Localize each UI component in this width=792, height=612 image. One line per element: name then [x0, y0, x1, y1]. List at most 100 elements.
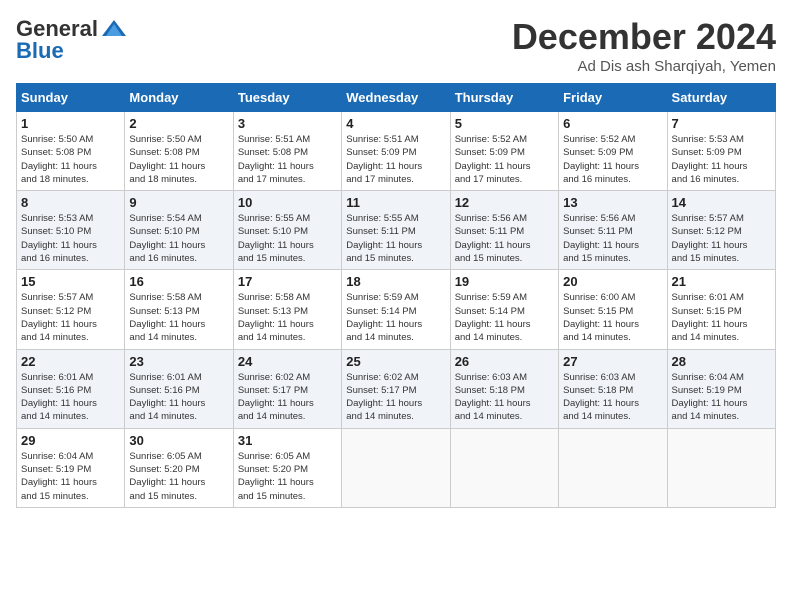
calendar-week-row: 29 Sunrise: 6:04 AM Sunset: 5:19 PM Dayli… [17, 428, 776, 507]
day-info: Sunrise: 6:04 AM Sunset: 5:19 PM Dayligh… [21, 450, 120, 503]
day-info: Sunrise: 5:50 AM Sunset: 5:08 PM Dayligh… [21, 133, 120, 186]
day-info: Sunrise: 5:59 AM Sunset: 5:14 PM Dayligh… [455, 291, 554, 344]
day-number: 6 [563, 116, 662, 131]
day-number: 31 [238, 433, 337, 448]
day-info: Sunrise: 5:51 AM Sunset: 5:08 PM Dayligh… [238, 133, 337, 186]
day-number: 15 [21, 274, 120, 289]
day-info: Sunrise: 6:05 AM Sunset: 5:20 PM Dayligh… [129, 450, 228, 503]
calendar-table: Sunday Monday Tuesday Wednesday Thursday… [16, 83, 776, 508]
day-number: 24 [238, 354, 337, 369]
day-info: Sunrise: 6:02 AM Sunset: 5:17 PM Dayligh… [346, 371, 445, 424]
day-info: Sunrise: 5:51 AM Sunset: 5:09 PM Dayligh… [346, 133, 445, 186]
day-info: Sunrise: 6:01 AM Sunset: 5:16 PM Dayligh… [21, 371, 120, 424]
day-number: 9 [129, 195, 228, 210]
day-number: 10 [238, 195, 337, 210]
day-info: Sunrise: 5:56 AM Sunset: 5:11 PM Dayligh… [563, 212, 662, 265]
table-row: 25Sunrise: 6:02 AM Sunset: 5:17 PM Dayli… [342, 349, 450, 428]
day-number: 3 [238, 116, 337, 131]
table-row: 7 Sunrise: 5:53 AM Sunset: 5:09 PM Daylig… [667, 112, 775, 191]
table-row: 16 Sunrise: 5:58 AM Sunset: 5:13 PM Dayli… [125, 270, 233, 349]
table-row: 23 Sunrise: 6:01 AM Sunset: 5:16 PM Dayli… [125, 349, 233, 428]
day-info: Sunrise: 5:58 AM Sunset: 5:13 PM Dayligh… [129, 291, 228, 344]
title-area: December 2024 Ad Dis ash Sharqiyah, Yeme… [512, 16, 776, 75]
table-row [559, 428, 667, 507]
table-row: 2Sunrise: 5:50 AM Sunset: 5:08 PM Daylig… [125, 112, 233, 191]
day-info: Sunrise: 6:05 AM Sunset: 5:20 PM Dayligh… [238, 450, 337, 503]
day-info: Sunrise: 6:01 AM Sunset: 5:15 PM Dayligh… [672, 291, 771, 344]
header-thursday: Thursday [450, 84, 558, 112]
table-row: 11Sunrise: 5:55 AM Sunset: 5:11 PM Dayli… [342, 191, 450, 270]
day-number: 12 [455, 195, 554, 210]
calendar-week-row: 8Sunrise: 5:53 AM Sunset: 5:10 PM Daylig… [17, 191, 776, 270]
day-number: 11 [346, 195, 445, 210]
logo-icon [100, 18, 128, 40]
table-row: 30 Sunrise: 6:05 AM Sunset: 5:20 PM Dayli… [125, 428, 233, 507]
day-info: Sunrise: 5:50 AM Sunset: 5:08 PM Dayligh… [129, 133, 228, 186]
table-row [342, 428, 450, 507]
table-row: 20 Sunrise: 6:00 AM Sunset: 5:15 PM Dayli… [559, 270, 667, 349]
header-wednesday: Wednesday [342, 84, 450, 112]
table-row: 22 Sunrise: 6:01 AM Sunset: 5:16 PM Dayli… [17, 349, 125, 428]
day-info: Sunrise: 5:55 AM Sunset: 5:10 PM Dayligh… [238, 212, 337, 265]
table-row: 21 Sunrise: 6:01 AM Sunset: 5:15 PM Dayli… [667, 270, 775, 349]
day-number: 22 [21, 354, 120, 369]
day-info: Sunrise: 6:01 AM Sunset: 5:16 PM Dayligh… [129, 371, 228, 424]
month-title: December 2024 [512, 16, 776, 58]
day-number: 18 [346, 274, 445, 289]
day-number: 16 [129, 274, 228, 289]
table-row: 17Sunrise: 5:58 AM Sunset: 5:13 PM Dayli… [233, 270, 341, 349]
day-info: Sunrise: 6:03 AM Sunset: 5:18 PM Dayligh… [563, 371, 662, 424]
day-number: 29 [21, 433, 120, 448]
day-number: 30 [129, 433, 228, 448]
day-number: 7 [672, 116, 771, 131]
header-friday: Friday [559, 84, 667, 112]
header: General Blue December 2024 Ad Dis ash Sh… [16, 16, 776, 75]
day-number: 23 [129, 354, 228, 369]
table-row: 6Sunrise: 5:52 AM Sunset: 5:09 PM Daylig… [559, 112, 667, 191]
table-row: 26 Sunrise: 6:03 AM Sunset: 5:18 PM Dayli… [450, 349, 558, 428]
table-row: 8Sunrise: 5:53 AM Sunset: 5:10 PM Daylig… [17, 191, 125, 270]
day-info: Sunrise: 5:57 AM Sunset: 5:12 PM Dayligh… [21, 291, 120, 344]
header-saturday: Saturday [667, 84, 775, 112]
day-info: Sunrise: 5:52 AM Sunset: 5:09 PM Dayligh… [455, 133, 554, 186]
calendar-week-row: 1Sunrise: 5:50 AM Sunset: 5:08 PM Daylig… [17, 112, 776, 191]
day-number: 5 [455, 116, 554, 131]
day-number: 13 [563, 195, 662, 210]
table-row: 15 Sunrise: 5:57 AM Sunset: 5:12 PM Dayli… [17, 270, 125, 349]
table-row: 10 Sunrise: 5:55 AM Sunset: 5:10 PM Dayli… [233, 191, 341, 270]
day-info: Sunrise: 5:54 AM Sunset: 5:10 PM Dayligh… [129, 212, 228, 265]
table-row: 19 Sunrise: 5:59 AM Sunset: 5:14 PM Dayli… [450, 270, 558, 349]
day-number: 26 [455, 354, 554, 369]
table-row: 13 Sunrise: 5:56 AM Sunset: 5:11 PM Dayli… [559, 191, 667, 270]
day-number: 8 [21, 195, 120, 210]
header-sunday: Sunday [17, 84, 125, 112]
day-number: 19 [455, 274, 554, 289]
day-number: 28 [672, 354, 771, 369]
day-number: 21 [672, 274, 771, 289]
calendar-week-row: 15 Sunrise: 5:57 AM Sunset: 5:12 PM Dayli… [17, 270, 776, 349]
table-row: 28 Sunrise: 6:04 AM Sunset: 5:19 PM Dayli… [667, 349, 775, 428]
day-info: Sunrise: 6:04 AM Sunset: 5:19 PM Dayligh… [672, 371, 771, 424]
day-number: 20 [563, 274, 662, 289]
day-number: 27 [563, 354, 662, 369]
table-row: 24 Sunrise: 6:02 AM Sunset: 5:17 PM Dayli… [233, 349, 341, 428]
day-number: 17 [238, 274, 337, 289]
calendar-week-row: 22 Sunrise: 6:01 AM Sunset: 5:16 PM Dayli… [17, 349, 776, 428]
table-row: 14Sunrise: 5:57 AM Sunset: 5:12 PM Dayli… [667, 191, 775, 270]
table-row: 31 Sunrise: 6:05 AM Sunset: 5:20 PM Dayli… [233, 428, 341, 507]
day-info: Sunrise: 6:03 AM Sunset: 5:18 PM Dayligh… [455, 371, 554, 424]
table-row [450, 428, 558, 507]
table-row: 5 Sunrise: 5:52 AM Sunset: 5:09 PM Daylig… [450, 112, 558, 191]
table-row: 29 Sunrise: 6:04 AM Sunset: 5:19 PM Dayli… [17, 428, 125, 507]
table-row: 1Sunrise: 5:50 AM Sunset: 5:08 PM Daylig… [17, 112, 125, 191]
day-info: Sunrise: 6:02 AM Sunset: 5:17 PM Dayligh… [238, 371, 337, 424]
logo: General Blue [16, 16, 128, 64]
logo-blue-text: Blue [16, 38, 64, 64]
table-row: 12 Sunrise: 5:56 AM Sunset: 5:11 PM Dayli… [450, 191, 558, 270]
day-info: Sunrise: 5:53 AM Sunset: 5:09 PM Dayligh… [672, 133, 771, 186]
day-info: Sunrise: 6:00 AM Sunset: 5:15 PM Dayligh… [563, 291, 662, 344]
day-info: Sunrise: 5:59 AM Sunset: 5:14 PM Dayligh… [346, 291, 445, 344]
day-info: Sunrise: 5:56 AM Sunset: 5:11 PM Dayligh… [455, 212, 554, 265]
table-row: 27 Sunrise: 6:03 AM Sunset: 5:18 PM Dayli… [559, 349, 667, 428]
table-row [667, 428, 775, 507]
